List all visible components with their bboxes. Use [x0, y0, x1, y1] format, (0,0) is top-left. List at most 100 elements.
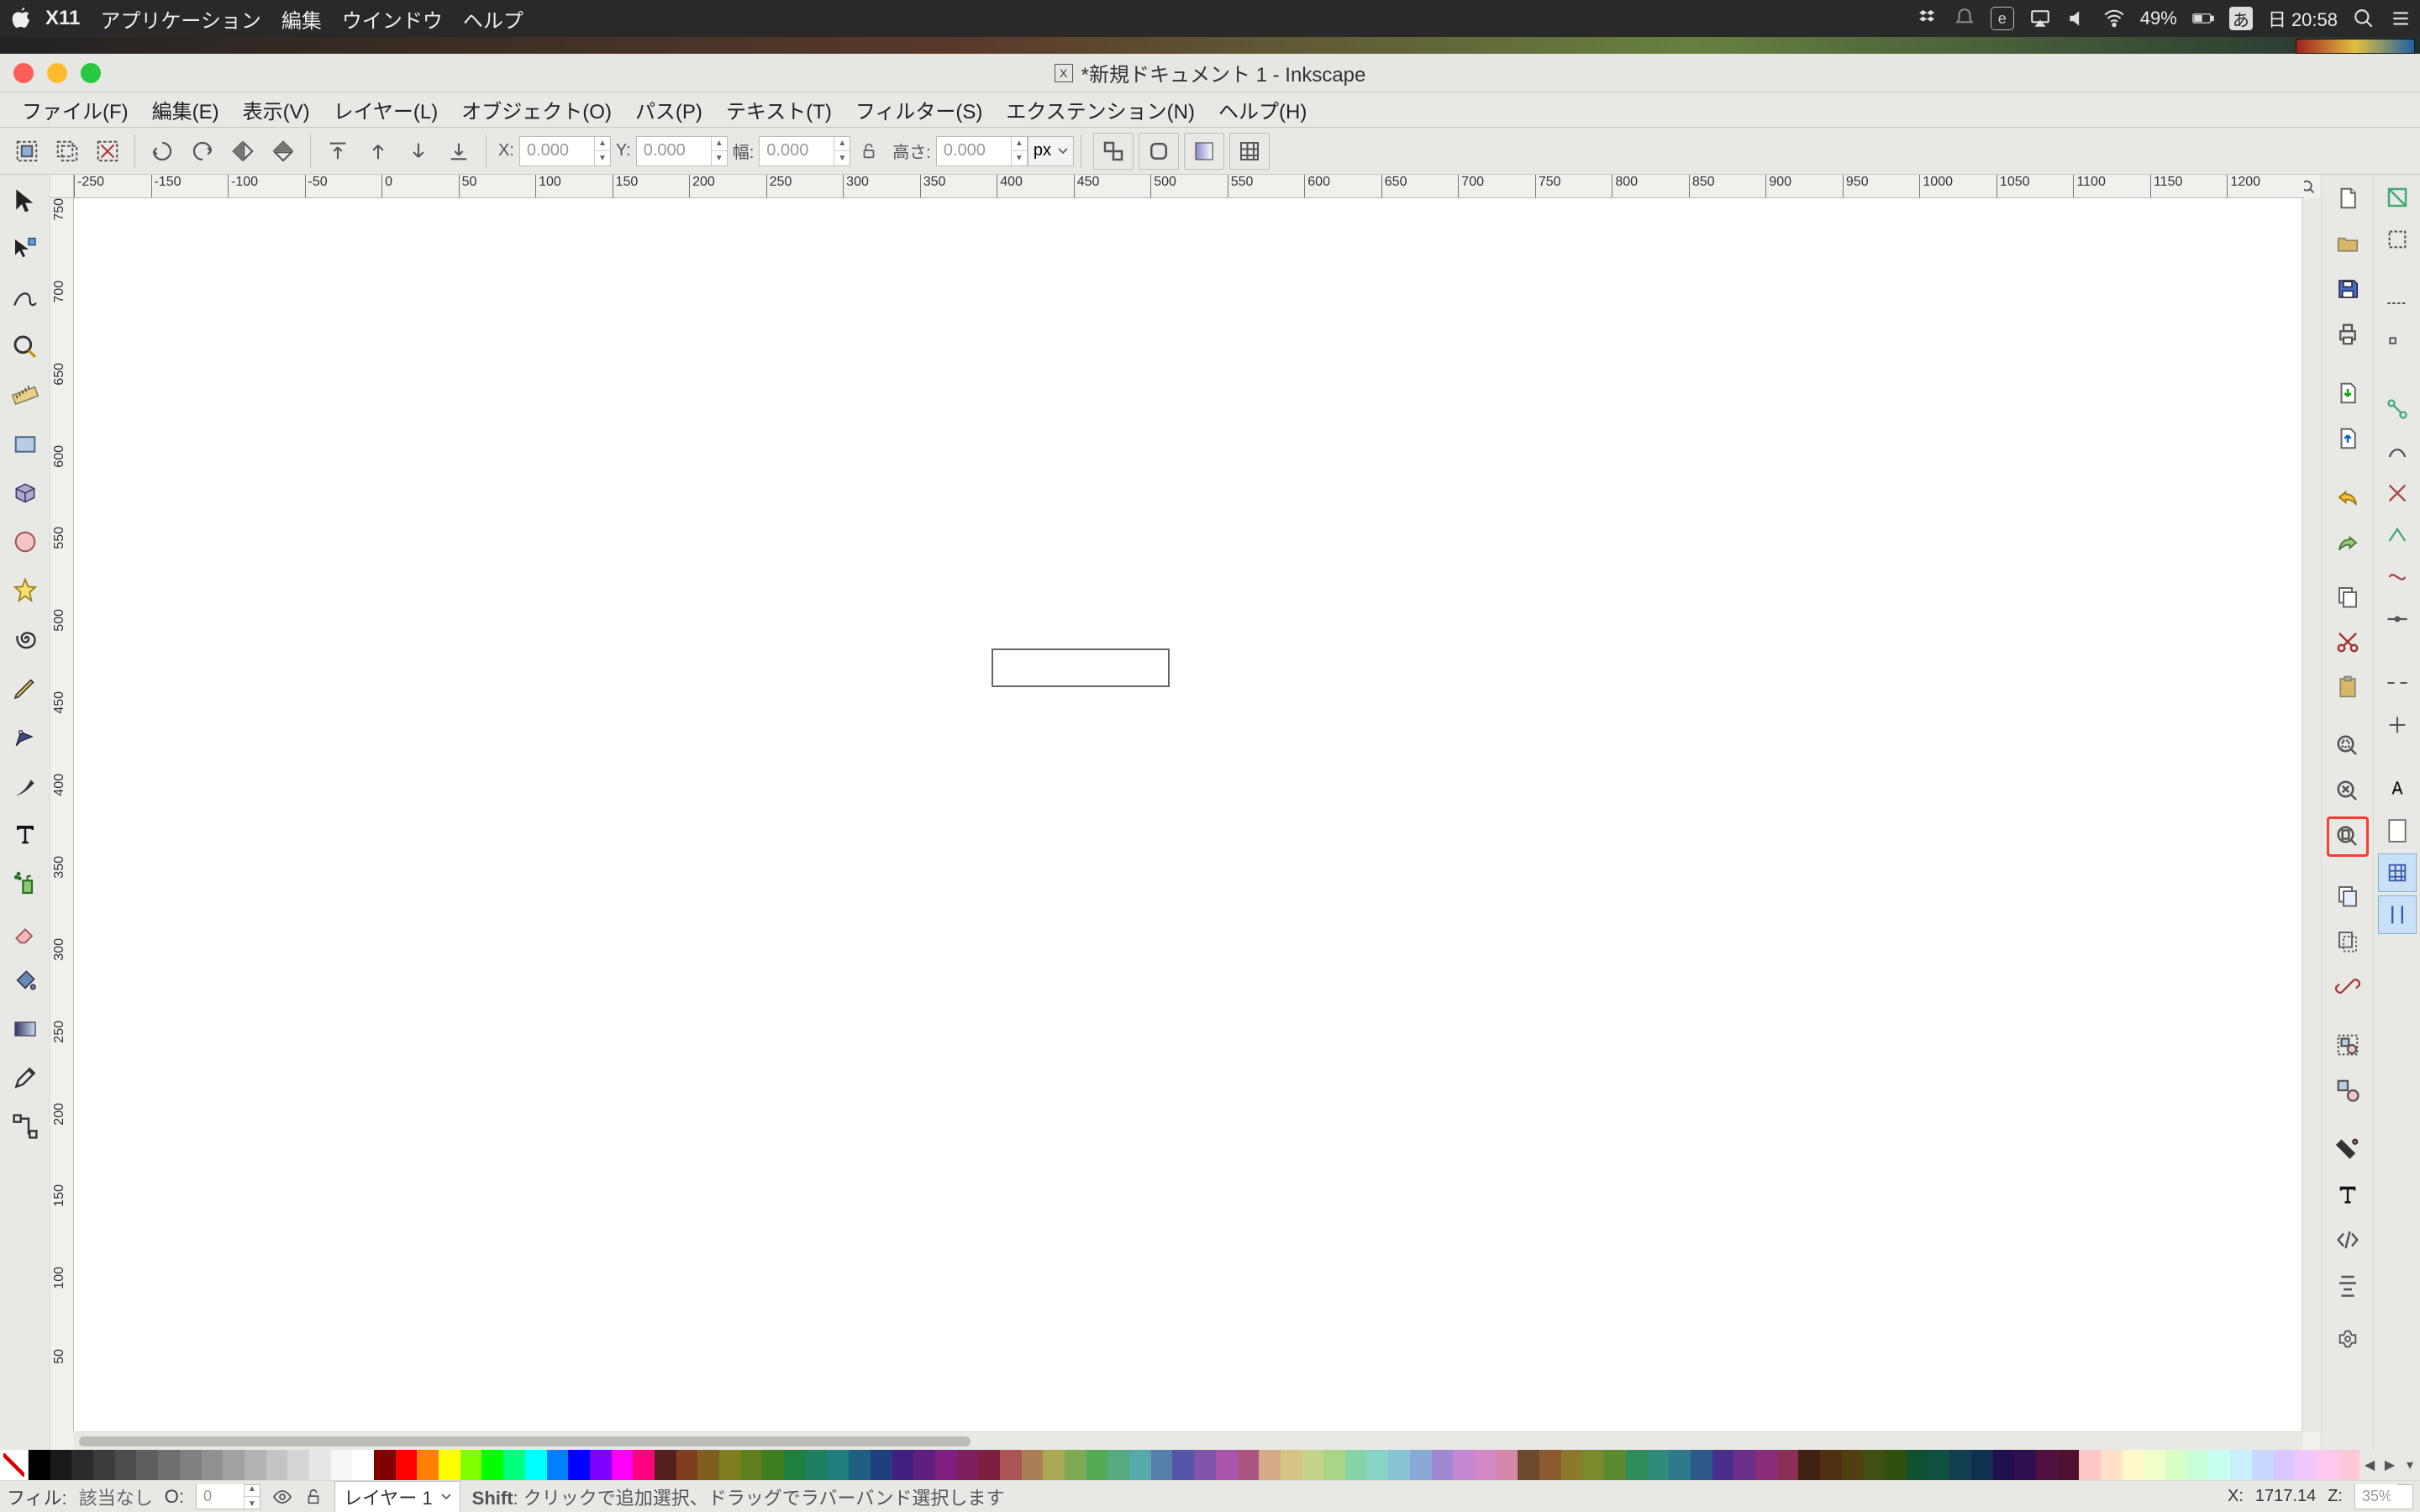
color-swatch[interactable] [612, 1450, 634, 1480]
color-swatch[interactable] [1388, 1450, 1410, 1480]
flip-horizontal-icon[interactable] [223, 133, 263, 170]
menu-app-name[interactable]: X11 [45, 7, 80, 30]
y-input[interactable] [637, 138, 711, 164]
color-swatch[interactable] [1798, 1450, 1820, 1480]
color-swatch[interactable] [1172, 1450, 1194, 1480]
calligraphy-tool-icon[interactable] [3, 763, 47, 808]
spray-tool-icon[interactable] [3, 860, 47, 906]
color-swatch[interactable] [655, 1450, 676, 1480]
color-swatch[interactable] [1345, 1450, 1367, 1480]
close-button[interactable] [13, 63, 34, 83]
menu-layer[interactable]: レイヤー(L) [322, 92, 450, 128]
color-swatch[interactable] [827, 1450, 849, 1480]
color-swatch[interactable] [1669, 1450, 1691, 1480]
color-swatch[interactable] [1993, 1450, 2015, 1480]
save-icon[interactable] [2327, 269, 2369, 309]
color-swatch[interactable] [2079, 1450, 2101, 1480]
menu-view[interactable]: 表示(V) [231, 92, 322, 128]
snap-text-baseline-icon[interactable] [2378, 769, 2417, 808]
color-swatch[interactable] [266, 1450, 288, 1480]
layer-lock-icon[interactable] [304, 1488, 323, 1506]
snap-smooth-icon[interactable] [2378, 558, 2417, 596]
color-swatch[interactable] [1928, 1450, 1950, 1480]
color-swatch[interactable] [1238, 1450, 1260, 1480]
undo-icon[interactable] [2327, 477, 2369, 517]
color-swatch[interactable] [784, 1450, 806, 1480]
text-dialog-icon[interactable] [2327, 1174, 2369, 1215]
paste-icon[interactable] [2327, 667, 2369, 707]
color-swatch[interactable] [871, 1450, 892, 1480]
dropper-tool-icon[interactable] [3, 1055, 47, 1100]
spiral-tool-icon[interactable] [3, 617, 47, 662]
drawn-rectangle[interactable] [992, 648, 1170, 687]
color-swatch[interactable] [2036, 1450, 2058, 1480]
battery-icon[interactable] [2192, 8, 2214, 29]
import-icon[interactable] [2327, 373, 2369, 413]
color-swatch[interactable] [762, 1450, 784, 1480]
color-swatch[interactable] [1302, 1450, 1324, 1480]
color-swatch[interactable] [849, 1450, 871, 1480]
xml-dialog-icon[interactable] [2327, 1220, 2369, 1260]
volume-icon[interactable] [2066, 8, 2088, 29]
w-field[interactable]: ▲▼ [759, 136, 850, 166]
no-color-swatch[interactable] [0, 1450, 29, 1480]
color-swatch[interactable] [1410, 1450, 1432, 1480]
horizontal-ruler[interactable]: -250-150-100-500501001502002503003504004… [74, 175, 2304, 198]
select-all-icon[interactable] [7, 133, 47, 170]
snap-line-mid-icon[interactable] [2378, 600, 2417, 638]
apple-logo-icon[interactable] [8, 7, 32, 30]
horizontal-scrollbar[interactable] [74, 1431, 2302, 1450]
color-swatch[interactable] [2123, 1450, 2144, 1480]
color-swatch[interactable] [2295, 1450, 2317, 1480]
color-swatch[interactable] [180, 1450, 202, 1480]
color-swatch[interactable] [50, 1450, 72, 1480]
snap-guide-icon[interactable] [2378, 895, 2417, 934]
color-swatch[interactable] [1216, 1450, 1238, 1480]
snap-page-border-icon[interactable] [2378, 811, 2417, 850]
snap-path-icon[interactable] [2378, 432, 2417, 470]
ungroup-icon[interactable] [2327, 1070, 2369, 1110]
color-swatch[interactable] [352, 1450, 374, 1480]
color-swatch[interactable] [1323, 1450, 1345, 1480]
notification-bell-icon[interactable] [1954, 8, 1975, 29]
palette-scroll-right[interactable]: ▶ [2380, 1450, 2400, 1480]
color-swatch[interactable] [2338, 1450, 2360, 1480]
menu-text[interactable]: テキスト(T) [714, 92, 844, 128]
layer-selector[interactable]: レイヤー 1 [334, 1481, 460, 1512]
zoom-selection-icon[interactable] [2327, 726, 2369, 766]
color-swatch[interactable] [1949, 1450, 1971, 1480]
color-swatch[interactable] [1367, 1450, 1389, 1480]
color-swatch[interactable] [1518, 1450, 1539, 1480]
color-swatch[interactable] [396, 1450, 418, 1480]
fill-value[interactable]: 該当なし [79, 1483, 153, 1510]
color-swatch[interactable] [2187, 1450, 2209, 1480]
snap-bbox-corner-icon[interactable] [2378, 326, 2417, 365]
select-all-layers-icon[interactable] [47, 133, 87, 170]
menu-edit[interactable]: 編集 [281, 4, 322, 34]
color-swatch[interactable] [2230, 1450, 2252, 1480]
color-swatch[interactable] [1907, 1450, 1928, 1480]
opacity-input[interactable] [197, 1484, 244, 1509]
color-swatch[interactable] [935, 1450, 957, 1480]
color-swatch[interactable] [1626, 1450, 1648, 1480]
color-swatch[interactable] [331, 1450, 353, 1480]
canvas[interactable] [74, 198, 2301, 1431]
color-swatch[interactable] [697, 1450, 719, 1480]
print-icon[interactable] [2327, 314, 2369, 354]
color-swatch[interactable] [287, 1450, 309, 1480]
duplicate-icon[interactable] [2327, 875, 2369, 916]
color-swatch[interactable] [1863, 1450, 1885, 1480]
rect-tool-icon[interactable] [3, 422, 47, 467]
color-swatch[interactable] [1885, 1450, 1907, 1480]
color-swatch[interactable] [158, 1450, 180, 1480]
gradient-tool-icon[interactable] [3, 1006, 47, 1052]
color-swatch[interactable] [2014, 1450, 2036, 1480]
node-tool-icon[interactable] [3, 227, 47, 272]
color-swatch[interactable] [245, 1450, 266, 1480]
color-swatch[interactable] [481, 1450, 503, 1480]
color-swatch[interactable] [1432, 1450, 1454, 1480]
flip-vertical-icon[interactable] [263, 133, 303, 170]
color-swatch[interactable] [719, 1450, 741, 1480]
color-swatch[interactable] [1842, 1450, 1864, 1480]
color-swatch[interactable] [590, 1450, 612, 1480]
